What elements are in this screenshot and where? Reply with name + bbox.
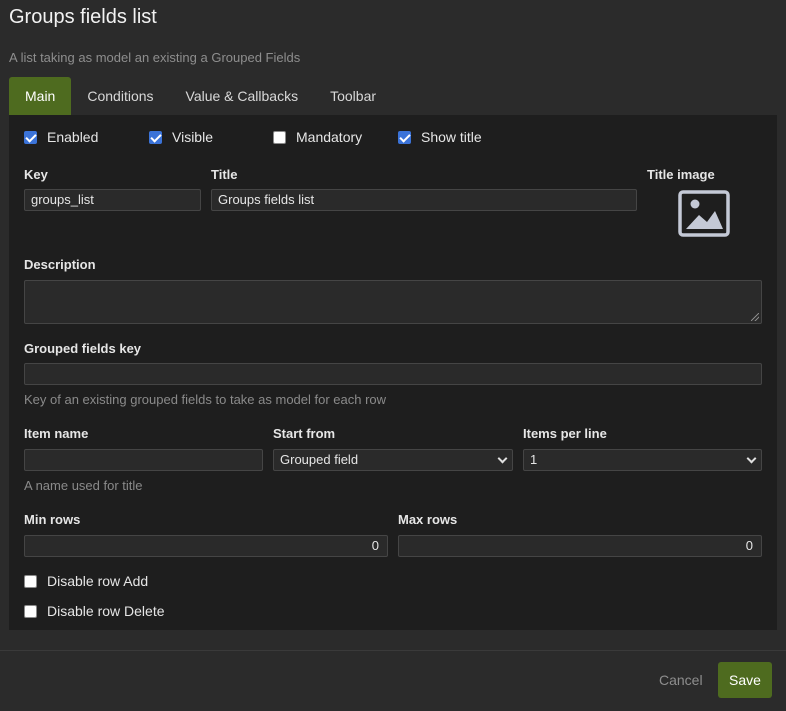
disable-row-delete-label: Disable row Delete xyxy=(47,603,165,619)
start-from-value: Grouped field xyxy=(280,452,359,467)
show-title-label: Show title xyxy=(421,129,482,145)
visible-checkbox[interactable] xyxy=(149,130,162,144)
dialog-title: Groups fields list xyxy=(9,6,157,28)
item-name-help: A name used for title xyxy=(24,478,143,493)
min-rows-input[interactable]: 0 xyxy=(24,535,388,557)
disable-row-add-label: Disable row Add xyxy=(47,573,149,589)
tab-conditions[interactable]: Conditions xyxy=(71,77,169,115)
visible-checkbox-row[interactable]: Visible xyxy=(149,129,213,145)
grouped-fields-key-input[interactable] xyxy=(24,363,762,385)
image-placeholder-icon[interactable] xyxy=(678,189,732,239)
disable-row-add-checkbox[interactable] xyxy=(24,574,37,588)
disable-row-add-row[interactable]: Disable row Add xyxy=(24,573,148,589)
items-per-line-select[interactable]: 1 xyxy=(523,449,762,471)
start-from-label: Start from xyxy=(273,426,336,441)
chevron-down-icon xyxy=(497,453,508,463)
save-button[interactable]: Save xyxy=(718,662,772,698)
show-title-checkbox-row[interactable]: Show title xyxy=(398,129,482,145)
dialog-footer: Cancel Save xyxy=(0,650,786,711)
items-per-line-label: Items per line xyxy=(523,426,607,441)
enabled-checkbox-row[interactable]: Enabled xyxy=(24,129,98,145)
dialog-subtitle: A list taking as model an existing a Gro… xyxy=(9,50,301,65)
key-label: Key xyxy=(24,167,48,182)
grouped-fields-key-label: Grouped fields key xyxy=(24,341,142,356)
resize-handle-icon[interactable] xyxy=(751,313,759,321)
description-label: Description xyxy=(24,257,96,272)
start-from-select[interactable]: Grouped field xyxy=(273,449,513,471)
title-input[interactable]: Groups fields list xyxy=(211,189,637,211)
tab-value-callbacks[interactable]: Value & Callbacks xyxy=(170,77,315,115)
title-image-label: Title image xyxy=(647,167,715,182)
mandatory-checkbox-row[interactable]: Mandatory xyxy=(273,129,362,145)
enabled-checkbox[interactable] xyxy=(24,130,37,144)
key-input[interactable]: groups_list xyxy=(24,189,201,211)
items-per-line-value: 1 xyxy=(530,452,538,467)
disable-row-delete-row[interactable]: Disable row Delete xyxy=(24,603,165,619)
grouped-fields-key-help: Key of an existing grouped fields to tak… xyxy=(24,392,387,407)
tab-toolbar[interactable]: Toolbar xyxy=(314,77,392,115)
cancel-button[interactable]: Cancel xyxy=(646,662,716,698)
mandatory-checkbox[interactable] xyxy=(273,130,286,144)
tab-main[interactable]: Main xyxy=(9,77,72,115)
tab-bar: Main Conditions Value & Callbacks Toolba… xyxy=(9,77,392,115)
show-title-checkbox[interactable] xyxy=(398,130,411,144)
chevron-down-icon xyxy=(746,453,757,463)
enabled-label: Enabled xyxy=(47,129,99,145)
item-name-label: Item name xyxy=(24,426,89,441)
visible-label: Visible xyxy=(172,129,213,145)
disable-row-delete-checkbox[interactable] xyxy=(24,604,37,618)
item-name-input[interactable] xyxy=(24,449,263,471)
description-textarea[interactable] xyxy=(24,280,762,324)
min-rows-label: Min rows xyxy=(24,512,81,527)
main-tab-panel: Enabled Visible Mandatory Show title Key… xyxy=(9,115,777,630)
mandatory-label: Mandatory xyxy=(296,129,363,145)
max-rows-input[interactable]: 0 xyxy=(398,535,762,557)
title-label: Title xyxy=(211,167,238,182)
max-rows-label: Max rows xyxy=(398,512,458,527)
